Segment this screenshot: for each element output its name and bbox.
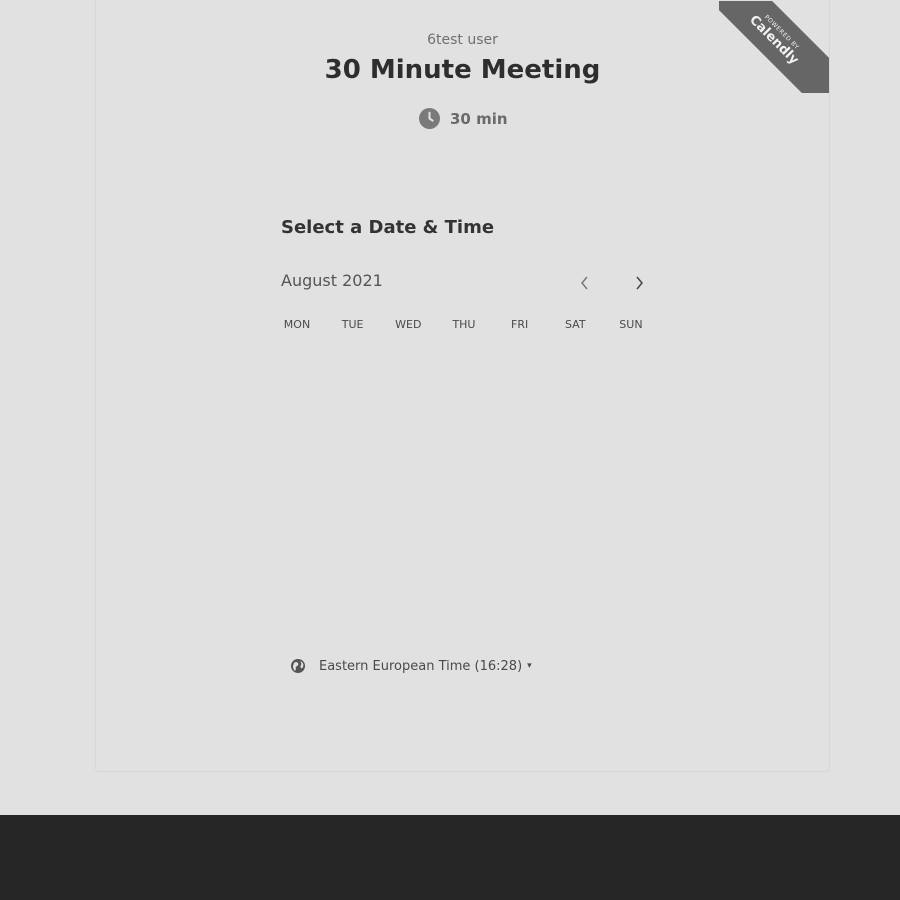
weekday-label: THU: [452, 318, 476, 331]
chevron-left-icon: [581, 276, 588, 290]
duration-label: 30 min: [450, 109, 508, 128]
scheduling-card: POWERED BY Calendly 6test user 30 Minute…: [95, 0, 830, 772]
previous-month-button[interactable]: [573, 271, 597, 295]
weekday-header: MON TUE WED THU FRI SAT SUN: [277, 318, 651, 331]
globe-icon: [291, 659, 305, 673]
timezone-selector[interactable]: Eastern European Time (16:28) ▾: [290, 658, 532, 674]
page-footer: [0, 815, 900, 900]
timezone-label: Eastern European Time (16:28): [319, 658, 523, 674]
next-month-button[interactable]: [627, 271, 651, 295]
weekday-label: FRI: [511, 318, 529, 331]
weekday-label: TUE: [341, 318, 364, 331]
calendar-month-label: August 2021: [281, 271, 383, 290]
clock-icon: [419, 108, 440, 129]
weekday-label: WED: [395, 318, 422, 331]
event-duration: 30 min: [419, 108, 508, 129]
weekday-label: SUN: [619, 318, 643, 331]
caret-down-icon: ▾: [527, 661, 532, 671]
host-name: 6test user: [427, 32, 498, 48]
chevron-right-icon: [636, 276, 643, 290]
select-date-heading: Select a Date & Time: [281, 217, 495, 238]
weekday-label: SAT: [564, 318, 586, 331]
weekday-label: MON: [283, 318, 311, 331]
event-title: 30 Minute Meeting: [324, 55, 601, 85]
